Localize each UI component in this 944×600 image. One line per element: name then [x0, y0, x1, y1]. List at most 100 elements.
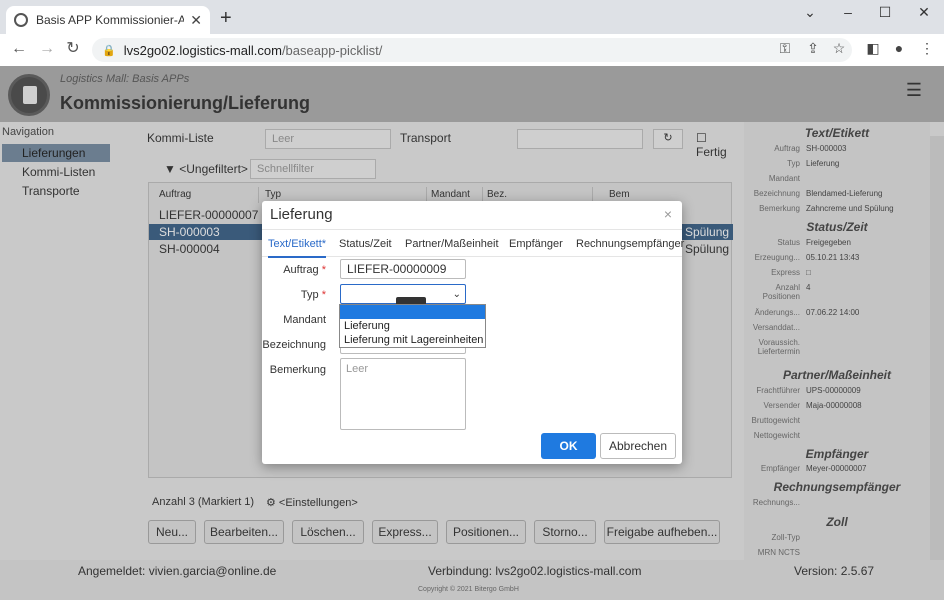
- kommi-liste-input[interactable]: Leer: [265, 129, 391, 149]
- back-icon[interactable]: ←: [10, 39, 28, 59]
- freigabe-aufheben-button[interactable]: Freigabe aufheben...: [604, 520, 720, 544]
- detail-key: Änderungs...: [754, 308, 800, 317]
- detail-key: Versanddat...: [752, 323, 800, 332]
- positionen-button[interactable]: Positionen...: [446, 520, 526, 544]
- required-mark: *: [321, 264, 326, 276]
- window-close-icon[interactable]: ✕: [914, 4, 934, 21]
- typ-label-text: Typ: [300, 289, 319, 301]
- detail-key: Zoll-Typ: [771, 533, 800, 542]
- bemerkung-label: Bemerkung: [269, 364, 326, 376]
- hamburger-menu-icon[interactable]: ☰: [906, 80, 922, 101]
- detail-key: Anzahl Positionen: [762, 283, 800, 301]
- detail-key: Voraussich. Liefertermin: [757, 338, 800, 356]
- app-header: Logistics Mall: Basis APPs Kommissionier…: [0, 66, 944, 122]
- reload-icon[interactable]: ↻: [64, 39, 82, 59]
- browser-tab[interactable]: Basis APP Kommissionier-Auftrag ✕: [6, 6, 210, 34]
- settings-label: <Einstellungen>: [278, 497, 358, 509]
- tab-search-icon[interactable]: ⌄: [800, 4, 820, 21]
- transport-input[interactable]: [517, 129, 643, 149]
- lock-icon: 🔒: [102, 44, 116, 57]
- detail-value: □: [806, 268, 811, 277]
- auftrag-label: Auftrag *: [262, 264, 326, 276]
- tab-text-etikett[interactable]: Text/Etikett*: [268, 230, 327, 258]
- auftrag-input[interactable]: LIEFER-00000009: [340, 259, 466, 279]
- section-partner: Partner/Maßeinheit: [782, 368, 892, 382]
- detail-value: Lieferung: [806, 159, 840, 168]
- url-field[interactable]: 🔒 lvs2go02.logistics-mall.com/baseapp-pi…: [92, 38, 852, 62]
- detail-value: Blendamed-Lieferung: [806, 189, 883, 198]
- settings-link[interactable]: ⚙ <Einstellungen>: [266, 496, 358, 509]
- app-footer: Angemeldet: vivien.garcia@online.de Verb…: [0, 560, 944, 600]
- share-icon[interactable]: ⇪: [804, 40, 822, 57]
- neu-button[interactable]: Neu...: [148, 520, 196, 544]
- browser-menu-icon[interactable]: ⋮: [918, 40, 936, 57]
- dropdown-option-empty[interactable]: [340, 305, 485, 319]
- filter-label: <Ungefiltert>: [179, 162, 248, 176]
- detail-key: Rechnungs...: [752, 498, 800, 507]
- tab-close-icon[interactable]: ✕: [190, 12, 202, 29]
- cancel-button[interactable]: Abbrechen: [600, 433, 676, 459]
- nav-item-kommi-listen[interactable]: Kommi-Listen: [2, 163, 110, 181]
- transport-label: Transport: [400, 131, 451, 145]
- detail-key: Empfänger: [760, 464, 800, 473]
- detail-value: 4: [806, 283, 811, 292]
- section-empfaenger: Empfänger: [805, 447, 869, 461]
- tab-empfaenger[interactable]: Empfänger: [509, 230, 563, 258]
- row-count-text: Anzahl 3 (Markiert 1): [152, 496, 255, 508]
- logged-in-user: Angemeldet: vivien.garcia@online.de: [78, 564, 277, 578]
- key-icon[interactable]: ⚿: [776, 40, 794, 57]
- col-auftrag[interactable]: Auftrag: [155, 187, 259, 203]
- detail-sidebar: Text/Etikett Auftrag SH-000003 Typ Lieferu…: [744, 122, 930, 562]
- tab-rechnungsempfaenger[interactable]: Rechnungsempfänger: [576, 230, 684, 258]
- dropdown-option-lieferung-lagereinheiten[interactable]: Lieferung mit Lagereinheiten: [340, 333, 485, 347]
- bemerkung-textarea[interactable]: Leer: [340, 358, 466, 430]
- favicon-icon: [14, 13, 28, 27]
- nav-item-lieferungen[interactable]: Lieferungen: [2, 144, 110, 162]
- dropdown-option-lieferung[interactable]: Lieferung: [340, 319, 485, 333]
- detail-value: Zahncreme und Spülung: [806, 204, 894, 213]
- tab-partner-masseinheit[interactable]: Partner/Maßeinheit: [405, 230, 499, 258]
- detail-key: Erzeugung...: [754, 253, 800, 262]
- section-zoll: Zoll: [826, 515, 848, 529]
- typ-label: Typ *: [262, 289, 326, 301]
- detail-key: Typ: [787, 159, 800, 168]
- maximize-icon[interactable]: ☐: [875, 4, 895, 21]
- storno-button[interactable]: Storno...: [534, 520, 596, 544]
- loeschen-button[interactable]: Löschen...: [292, 520, 364, 544]
- quickfilter-input[interactable]: Schnellfilter: [250, 159, 376, 179]
- detail-key: Versender: [763, 401, 800, 410]
- minimize-icon[interactable]: –: [838, 4, 858, 20]
- nav-item-transporte[interactable]: Transporte: [2, 182, 110, 200]
- version-info: Version: 2.5.67: [794, 564, 875, 578]
- detail-key: Frachtführer: [756, 386, 800, 395]
- detail-key: Bemerkung: [759, 204, 800, 213]
- tab-bar: Basis APP Kommissionier-Auftrag ✕ + ⌄ – …: [0, 0, 944, 34]
- kommi-liste-label: Kommi-Liste: [147, 131, 214, 145]
- detail-key: Bezeichnung: [753, 189, 800, 198]
- row-auftrag: SH-000003: [159, 225, 220, 239]
- app-logo-icon: [8, 74, 50, 116]
- bookmark-star-icon[interactable]: ☆: [830, 40, 848, 57]
- sidepanel-icon[interactable]: ◧: [864, 40, 882, 57]
- tab-title: Basis APP Kommissionier-Auftrag: [36, 13, 185, 27]
- dialog-close-icon[interactable]: ×: [664, 206, 672, 222]
- bearbeiten-button[interactable]: Bearbeiten...: [204, 520, 284, 544]
- express-button[interactable]: Express...: [372, 520, 438, 544]
- page-scrollbar[interactable]: [930, 136, 944, 566]
- filter-dropdown[interactable]: ▼ <Ungefiltert>: [164, 162, 248, 176]
- fertig-checkbox[interactable]: ☐ Fertig: [696, 131, 740, 159]
- tab-status-zeit[interactable]: Status/Zeit: [339, 230, 392, 258]
- ok-button[interactable]: OK: [541, 433, 596, 459]
- mandant-label: Mandant: [283, 314, 326, 326]
- row-auftrag: SH-000004: [159, 242, 220, 256]
- connection-info: Verbindung: lvs2go02.logistics-mall.com: [428, 564, 642, 578]
- dialog-title: Lieferung: [270, 206, 333, 223]
- detail-value: Freigegeben: [806, 238, 851, 247]
- refresh-icon[interactable]: ↻: [653, 129, 683, 149]
- sidebar-nav: Navigation Lieferungen Kommi-Listen Tran…: [0, 122, 140, 562]
- auftrag-label-text: Auftrag: [283, 264, 319, 276]
- new-tab-icon[interactable]: +: [220, 8, 232, 28]
- detail-value: 07.06.22 14:00: [806, 308, 860, 317]
- profile-avatar-icon[interactable]: ●: [890, 40, 908, 56]
- forward-icon[interactable]: →: [38, 39, 56, 59]
